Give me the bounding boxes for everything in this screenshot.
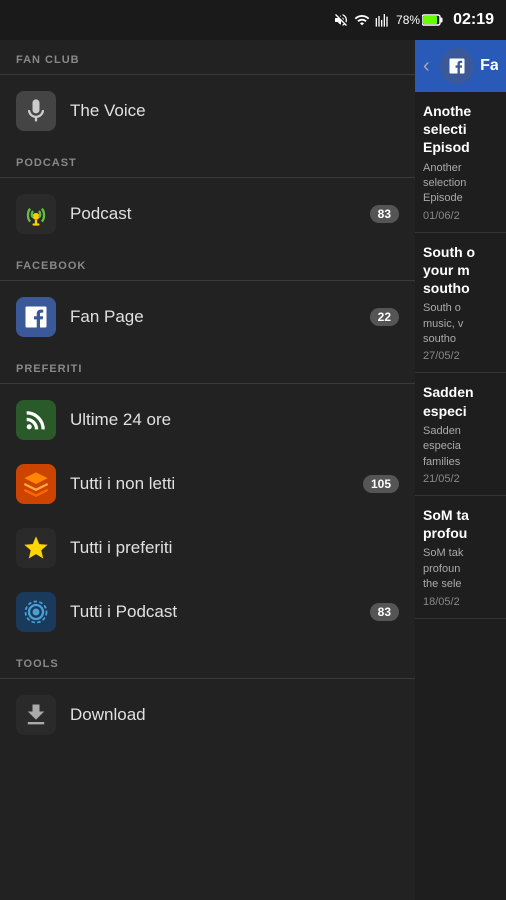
sidebar: FAN CLUB The Voice PODCAST [0, 40, 415, 900]
feed-item-1-desc: AnotherselectionEpisode [423, 161, 498, 207]
feed-item-4-desc: SoM takprofounthe sele [423, 546, 498, 592]
tutti-non-letti-badge: 105 [363, 475, 399, 493]
feed-item-1-title: AnotheselectiEpisod [423, 102, 498, 157]
download-icon [16, 695, 56, 735]
feed-item-2-desc: South omusic, vsoutho [423, 301, 498, 347]
wifi-icon [354, 12, 370, 28]
facebook-icon [16, 297, 56, 337]
sidebar-item-the-voice[interactable]: The Voice [0, 79, 415, 143]
right-panel-facebook-icon [440, 48, 474, 84]
tutti-non-letti-label: Tutti i non letti [70, 474, 363, 494]
sidebar-item-tutti-preferiti[interactable]: Tutti i preferiti [0, 516, 415, 580]
feed-item-3-title: Saddenespeci [423, 383, 498, 419]
right-panel-title: Fa [480, 57, 498, 75]
feed-item-2[interactable]: South oyour msoutho South omusic, vsouth… [415, 233, 506, 374]
feed-item-4[interactable]: SoM taprofou SoM takprofounthe sele 18/0… [415, 496, 506, 619]
divider-podcast [0, 177, 415, 178]
sidebar-item-ultime24[interactable]: Ultime 24 ore [0, 388, 415, 452]
divider-fan-club [0, 74, 415, 75]
tutti-preferiti-label: Tutti i preferiti [70, 538, 399, 558]
ultime24-label: Ultime 24 ore [70, 410, 399, 430]
sidebar-item-download[interactable]: Download [0, 683, 415, 747]
feed-item-4-date: 18/05/2 [423, 596, 498, 608]
feed-item-1[interactable]: AnotheselectiEpisod AnotherselectionEpis… [415, 92, 506, 233]
battery-icon [422, 14, 444, 26]
sidebar-item-tutti-podcast[interactable]: Tutti i Podcast 83 [0, 580, 415, 644]
mute-icon [333, 12, 349, 28]
feed-item-1-date: 01/06/2 [423, 210, 498, 222]
podcast-label: Podcast [70, 204, 370, 224]
status-icons: 78% 02:19 [333, 11, 494, 29]
battery-indicator: 78% [396, 13, 444, 27]
section-facebook: FACEBOOK [0, 246, 415, 280]
section-preferiti: PREFERITI [0, 349, 415, 383]
divider-tools [0, 678, 415, 679]
tutti-podcast-badge: 83 [370, 603, 399, 621]
podcasts-icon [16, 592, 56, 632]
right-panel-header: ‹ Fa [415, 40, 506, 92]
the-voice-label: The Voice [70, 101, 399, 121]
star-icon [16, 528, 56, 568]
main-layout: FAN CLUB The Voice PODCAST [0, 40, 506, 900]
status-bar: 78% 02:19 [0, 0, 506, 40]
podcast-icon [16, 194, 56, 234]
sidebar-item-tutti-non-letti[interactable]: Tutti i non letti 105 [0, 452, 415, 516]
feed-item-2-title: South oyour msoutho [423, 243, 498, 298]
sidebar-item-podcast[interactable]: Podcast 83 [0, 182, 415, 246]
download-label: Download [70, 705, 399, 725]
status-time: 02:19 [453, 11, 494, 29]
back-chevron-icon[interactable]: ‹ [423, 55, 430, 78]
podcast-badge: 83 [370, 205, 399, 223]
battery-percent: 78% [396, 13, 420, 27]
feed-item-2-date: 27/05/2 [423, 350, 498, 362]
feed-item-3[interactable]: Saddenespeci Saddenespeciafamilies 21/05… [415, 373, 506, 496]
right-panel: ‹ Fa AnotheselectiEpisod Anotherselectio… [415, 40, 506, 900]
feed-item-3-desc: Saddenespeciafamilies [423, 424, 498, 470]
feed-item-3-date: 21/05/2 [423, 473, 498, 485]
section-fan-club: FAN CLUB [0, 40, 415, 74]
divider-preferiti [0, 383, 415, 384]
fan-page-badge: 22 [370, 308, 399, 326]
rss-icon [16, 400, 56, 440]
divider-facebook [0, 280, 415, 281]
signal-icon [375, 12, 391, 28]
feed-item-4-title: SoM taprofou [423, 506, 498, 542]
unread-icon [16, 464, 56, 504]
section-podcast: PODCAST [0, 143, 415, 177]
microphone-icon [16, 91, 56, 131]
tutti-podcast-label: Tutti i Podcast [70, 602, 370, 622]
fan-page-label: Fan Page [70, 307, 370, 327]
sidebar-item-fan-page[interactable]: Fan Page 22 [0, 285, 415, 349]
section-tools: TOOLS [0, 644, 415, 678]
